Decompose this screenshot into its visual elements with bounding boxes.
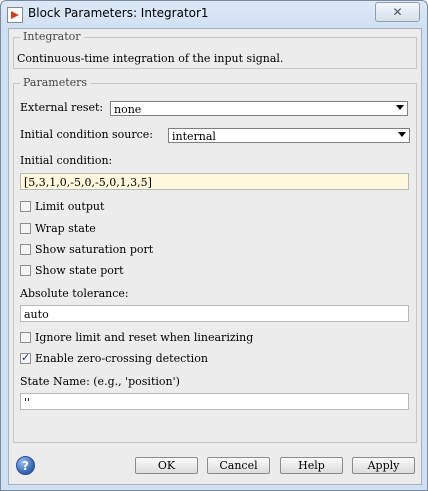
absolute-tolerance-field[interactable]: auto: [20, 305, 409, 322]
integrator-group: Integrator Continuous-time integration o…: [13, 30, 417, 69]
show-state-port-label: Show state port: [35, 264, 124, 277]
enable-zero-crossing-label: Enable zero-crossing detection: [35, 352, 208, 365]
show-saturation-port-checkbox[interactable]: [20, 244, 31, 255]
ignore-limit-reset-label: Ignore limit and reset when linearizing: [35, 331, 254, 344]
apply-button[interactable]: Apply: [352, 457, 415, 474]
block-description: Continuous-time integration of the input…: [17, 52, 284, 65]
state-name-value: '': [24, 396, 31, 409]
cancel-button[interactable]: Cancel: [207, 457, 270, 474]
close-button[interactable]: ✕: [375, 2, 420, 22]
integrator-group-title: Integrator: [20, 30, 84, 43]
limit-output-checkbox[interactable]: [20, 201, 31, 212]
dialog-body: Integrator Continuous-time integration o…: [8, 28, 422, 485]
title-bar[interactable]: Block Parameters: Integrator1 ✕: [1, 1, 427, 29]
state-name-field[interactable]: '': [20, 393, 409, 410]
show-saturation-port-label: Show saturation port: [35, 243, 154, 256]
enable-zero-crossing-checkbox[interactable]: [20, 351, 31, 364]
chevron-down-icon: [396, 105, 404, 110]
initial-condition-source-dropdown[interactable]: internal: [168, 128, 410, 143]
chevron-down-icon: [398, 132, 406, 137]
show-state-port-checkbox[interactable]: [20, 265, 31, 276]
simulink-app-icon: [7, 7, 23, 23]
external-reset-label: External reset:: [20, 101, 104, 114]
dialog-window: Block Parameters: Integrator1 ✕ Integrat…: [0, 0, 428, 491]
external-reset-value: none: [114, 103, 142, 116]
initial-condition-value: [5,3,1,0,-5,0,-5,0,1,3,5]: [24, 176, 152, 189]
absolute-tolerance-label: Absolute tolerance:: [20, 287, 129, 300]
wrap-state-checkbox[interactable]: [20, 223, 31, 234]
initial-condition-source-label: Initial condition source:: [20, 128, 154, 141]
initial-condition-field[interactable]: [5,3,1,0,-5,0,-5,0,1,3,5]: [20, 173, 409, 190]
absolute-tolerance-value: auto: [24, 308, 49, 321]
ok-button[interactable]: OK: [135, 457, 198, 474]
help-question-icon[interactable]: ?: [16, 456, 35, 475]
parameters-group: Parameters External reset: none Initial …: [13, 76, 417, 443]
window-title: Block Parameters: Integrator1: [28, 6, 209, 20]
state-name-label: State Name: (e.g., 'position'): [20, 375, 180, 388]
limit-output-label: Limit output: [35, 200, 105, 213]
wrap-state-label: Wrap state: [35, 222, 96, 235]
initial-condition-label: Initial condition:: [20, 154, 113, 167]
initial-condition-source-value: internal: [172, 130, 216, 143]
ignore-limit-reset-checkbox[interactable]: [20, 332, 31, 343]
parameters-group-title: Parameters: [20, 76, 91, 89]
external-reset-dropdown[interactable]: none: [110, 101, 408, 116]
help-button[interactable]: Help: [280, 457, 343, 474]
